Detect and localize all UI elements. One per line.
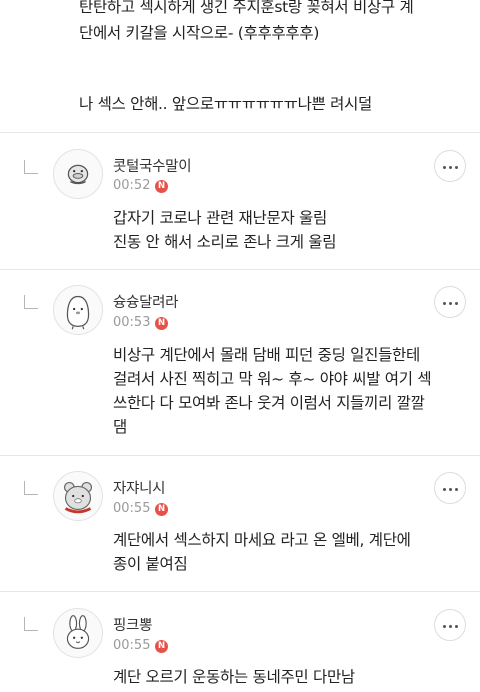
rabbit-avatar-icon[interactable] <box>53 608 103 658</box>
comment-nickname[interactable]: 슝슝달려라 <box>113 291 179 312</box>
more-options-button[interactable] <box>434 150 466 182</box>
comment-text-line: 계단에서 섹스하지 마세요 라고 온 엘베, 계단에 <box>113 531 411 549</box>
reply-arrow-icon <box>24 481 38 495</box>
post-text-line: 단에서 키갈을 시작으로- (후후후후후) <box>79 24 320 42</box>
dot-icon <box>448 301 452 305</box>
comment-item: 자쟈니시 00:55 N 계단에서 섹스하지 마세요 라고 온 엘베, 계단에 … <box>0 455 480 591</box>
comment-nickname[interactable]: 자쟈니시 <box>113 477 165 498</box>
bear-avatar-icon[interactable] <box>53 471 103 521</box>
more-options-button[interactable] <box>434 609 466 641</box>
comment-time: 00:52 <box>113 178 151 193</box>
comment-text-line: 걸려서 사진 찍히고 막 워~ 후~ 야야 씨발 여기 섹 <box>113 370 432 388</box>
comment-text-line: 종이 붙여짐 <box>113 555 188 573</box>
dot-icon <box>454 165 458 169</box>
reply-arrow-icon <box>24 160 38 174</box>
new-badge: N <box>155 503 168 516</box>
dot-icon <box>454 624 458 628</box>
comment-text-line: 댐 <box>113 418 127 436</box>
more-options-button[interactable] <box>434 286 466 318</box>
reply-arrow-icon <box>24 617 38 631</box>
new-badge: N <box>155 317 168 330</box>
comment-item: 콧털국수말이 00:52 N 갑자기 코로나 관련 재난문자 울림 진동 안 해… <box>0 132 480 269</box>
dot-icon <box>448 165 452 169</box>
post-text-line: 탄탄하고 섹시하게 생긴 주지훈st랑 꽂혀서 비상구 계 <box>79 0 414 16</box>
comment-text-line: 갑자기 코로나 관련 재난문자 울림 <box>113 209 327 227</box>
dot-icon <box>442 487 446 491</box>
comment-time: 00:55 <box>113 501 151 516</box>
comment-text-line: 진동 안 해서 소리로 존나 크게 울림 <box>113 233 337 251</box>
dot-icon <box>454 487 458 491</box>
duck-avatar-icon[interactable] <box>53 149 103 199</box>
more-options-button[interactable] <box>434 472 466 504</box>
new-badge: N <box>155 640 168 653</box>
comment-text-line: 쓰한다 다 모여봐 존나 웃겨 이럼서 지들끼리 깔깔 <box>113 394 425 412</box>
comment-text-line: 계단 오르기 운동하는 동네주민 다만남 <box>113 668 355 686</box>
comment-text-line: 비상구 계단에서 몰래 담배 피던 중딩 일진들한테 <box>113 346 420 364</box>
dot-icon <box>442 301 446 305</box>
comment-item: 슝슝달려라 00:53 N 비상구 계단에서 몰래 담배 피던 중딩 일진들한테… <box>0 269 480 455</box>
dot-icon <box>448 624 452 628</box>
penguin-avatar-icon[interactable] <box>53 285 103 335</box>
comment-nickname[interactable]: 콧털국수말이 <box>113 155 192 176</box>
post-body: 탄탄하고 섹시하게 생긴 주지훈st랑 꽂혀서 비상구 계 단에서 키갈을 시작… <box>0 0 480 132</box>
comment-item: 핑크뽕 00:55 N 계단 오르기 운동하는 동네주민 다만남 <box>0 591 480 692</box>
dot-icon <box>442 624 446 628</box>
dot-icon <box>442 165 446 169</box>
comment-time: 00:53 <box>113 315 151 330</box>
comment-time: 00:55 <box>113 638 151 653</box>
new-badge: N <box>155 180 168 193</box>
reply-arrow-icon <box>24 295 38 309</box>
dot-icon <box>454 301 458 305</box>
comment-nickname[interactable]: 핑크뽕 <box>113 614 152 635</box>
dot-icon <box>448 487 452 491</box>
post-text-line: 나 섹스 안해.. 앞으로ㅠㅠㅠㅠㅠㅠ나쁜 려시덜 <box>79 95 373 113</box>
